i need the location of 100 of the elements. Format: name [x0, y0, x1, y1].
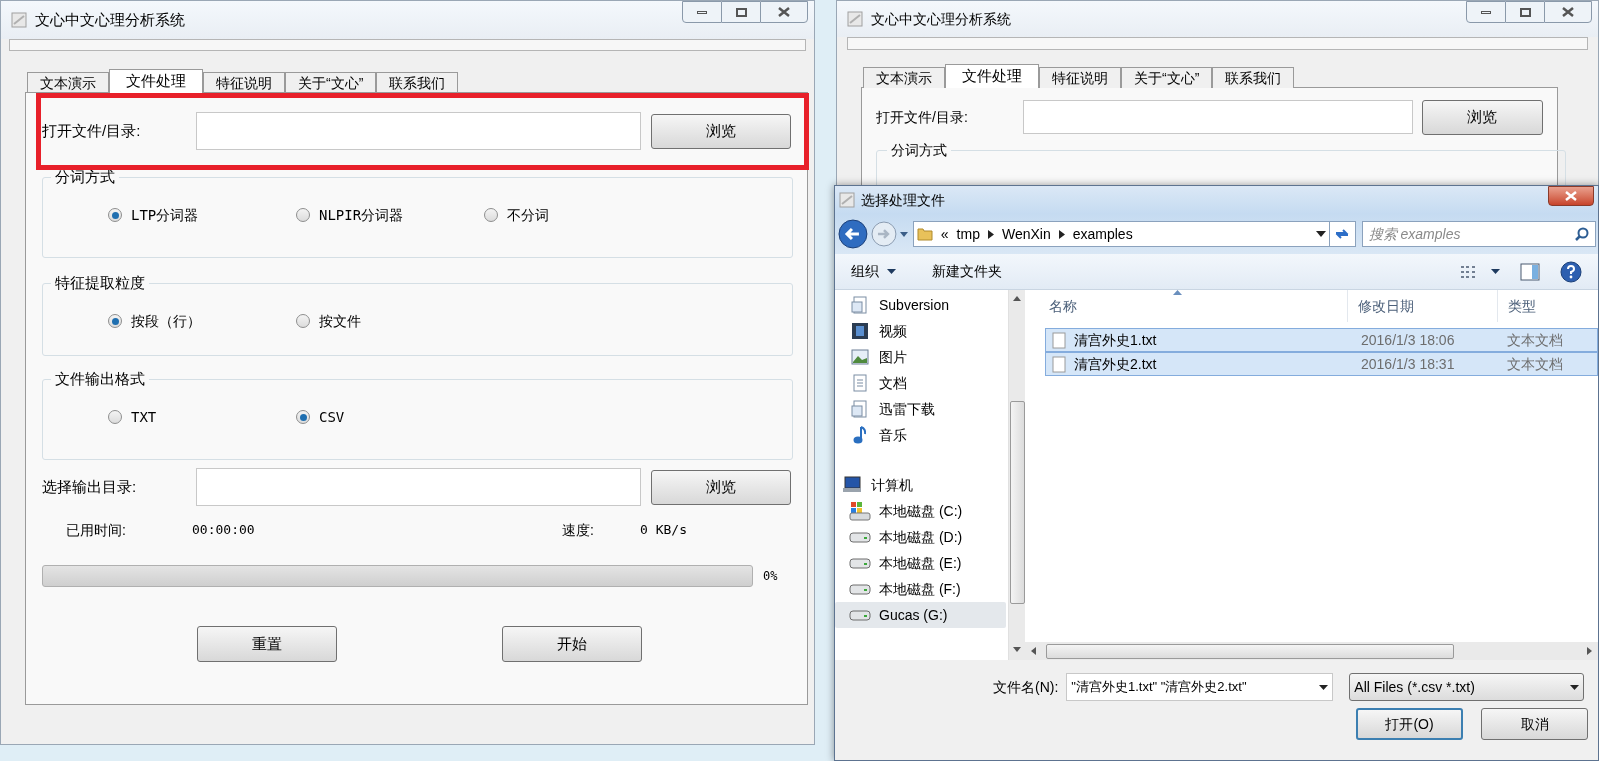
- browse-button[interactable]: 浏览: [1422, 99, 1543, 135]
- radio-button[interactable]: [296, 208, 310, 222]
- tab[interactable]: 文件处理: [945, 64, 1039, 88]
- tab[interactable]: 特征说明: [1039, 67, 1121, 88]
- scroll-thumb[interactable]: [1046, 643, 1454, 659]
- speed-label: 速度:: [562, 520, 595, 540]
- tab[interactable]: 关于“文心”: [285, 72, 377, 93]
- tab[interactable]: 文件处理: [109, 69, 203, 93]
- browse-button[interactable]: 浏览: [651, 469, 791, 505]
- refresh-icon: [1334, 227, 1351, 241]
- browse-button[interactable]: 浏览: [651, 113, 791, 149]
- text-file-icon: [1052, 331, 1066, 349]
- tab[interactable]: 关于“文心”: [1121, 67, 1213, 88]
- radio-label: NLPIR分词器: [319, 205, 404, 225]
- close-button[interactable]: [760, 1, 808, 23]
- nav-item[interactable]: 本地磁盘 (E:): [835, 550, 1008, 576]
- breadcrumb[interactable]: WenXin: [1001, 223, 1051, 245]
- radio-button[interactable]: [108, 208, 122, 222]
- close-button[interactable]: [1548, 186, 1594, 206]
- maximize-button[interactable]: [1506, 1, 1544, 23]
- file-row[interactable]: 清宫外史2.txt 2016/1/3 18:31 文本文档: [1045, 352, 1598, 376]
- scroll-right-icon: [1587, 647, 1592, 655]
- file-type-dropdown[interactable]: All Files (*.csv *.txt): [1349, 673, 1585, 701]
- caret-icon: [1491, 269, 1500, 274]
- chevron-icon: [987, 229, 994, 239]
- action-button[interactable]: 重置: [197, 626, 337, 662]
- nav-item[interactable]: 文档: [835, 370, 1008, 396]
- radio-button[interactable]: [108, 410, 122, 424]
- scroll-up-icon: [1013, 296, 1021, 301]
- scroll-thumb[interactable]: [1009, 401, 1025, 604]
- file-row[interactable]: 清宫外史1.txt 2016/1/3 18:06 文本文档: [1045, 328, 1598, 352]
- file-name: 清宫外史1.txt: [1073, 330, 1158, 350]
- column-header[interactable]: 修改日期: [1347, 290, 1497, 322]
- nav-item[interactable]: Subversion: [835, 292, 1008, 318]
- dialog-button[interactable]: 打开(O): [1356, 708, 1463, 740]
- app-icon: [839, 192, 855, 208]
- path-overflow[interactable]: «: [940, 223, 949, 245]
- path-input[interactable]: [1023, 100, 1413, 134]
- radio-label: 不分词: [507, 205, 549, 225]
- library-icon: [851, 296, 869, 314]
- filename-combo[interactable]: "清宫外史1.txt" "清宫外史2.txt": [1066, 673, 1334, 701]
- help-icon[interactable]: [1560, 260, 1582, 283]
- group-title: 分词方式: [890, 141, 948, 160]
- column-header[interactable]: 类型: [1497, 290, 1598, 322]
- nav-item[interactable]: 本地磁盘 (F:): [835, 576, 1008, 602]
- nav-item[interactable]: 视频: [835, 318, 1008, 344]
- path-input[interactable]: [195, 112, 642, 150]
- app-icon: [11, 12, 27, 28]
- radio-button[interactable]: [296, 410, 310, 424]
- nav-item[interactable]: Gucas (G:): [835, 602, 1006, 628]
- back-button[interactable]: [837, 218, 869, 250]
- action-button[interactable]: 开始: [502, 626, 642, 662]
- view-button[interactable]: [1461, 265, 1500, 278]
- nav-item[interactable]: 本地磁盘 (C:): [835, 498, 1008, 524]
- maximize-button[interactable]: [722, 1, 760, 23]
- vertical-scrollbar[interactable]: [1008, 290, 1025, 660]
- radio-button[interactable]: [484, 208, 498, 222]
- tab[interactable]: 特征说明: [203, 72, 285, 93]
- nav-item[interactable]: 音乐: [835, 422, 1008, 448]
- close-icon: [1562, 7, 1574, 17]
- nav-item[interactable]: 迅雷下载: [835, 396, 1008, 422]
- folder-icon: [916, 226, 933, 242]
- dropdown-icon[interactable]: [1315, 231, 1326, 237]
- drive-icon: [849, 531, 871, 543]
- radio-button[interactable]: [108, 314, 122, 328]
- music-note-icon: [852, 425, 868, 445]
- dropdown-icon: [1570, 684, 1580, 690]
- nav-item[interactable]: 本地磁盘 (D:): [835, 524, 1008, 550]
- refresh-button[interactable]: [1329, 221, 1356, 247]
- file-type: 文本文档: [1506, 354, 1563, 374]
- column-header[interactable]: 名称: [1025, 290, 1347, 322]
- tab[interactable]: 联系我们: [376, 72, 459, 93]
- minimize-button[interactable]: [682, 1, 722, 23]
- tab[interactable]: 文本演示: [27, 72, 109, 93]
- nav-item[interactable]: 图片: [835, 344, 1008, 370]
- nav-item[interactable]: 计算机: [835, 472, 1008, 498]
- horizontal-scrollbar[interactable]: [1025, 642, 1598, 660]
- file-type: 文本文档: [1506, 330, 1563, 350]
- breadcrumb[interactable]: examples: [1072, 223, 1133, 245]
- breadcrumb[interactable]: tmp: [956, 223, 980, 245]
- dropdown-icon: [1319, 684, 1329, 690]
- search-icon: [1575, 227, 1589, 241]
- tab[interactable]: 联系我们: [1212, 67, 1295, 88]
- progress-reading: 0%: [763, 568, 778, 585]
- history-dropdown-icon[interactable]: [898, 230, 909, 238]
- radio-label: 按段（行）: [131, 311, 201, 331]
- minimize-button[interactable]: [1466, 1, 1506, 23]
- dialog-button[interactable]: 取消: [1481, 708, 1588, 740]
- address-bar[interactable]: « tmp WenXin examples: [912, 221, 1330, 247]
- radio-button[interactable]: [296, 314, 310, 328]
- close-icon: [1565, 191, 1577, 201]
- drive-icon: [849, 557, 871, 569]
- tab[interactable]: 文本演示: [863, 67, 945, 88]
- toolbar-button[interactable]: 组织: [851, 261, 896, 282]
- path-input[interactable]: [195, 468, 642, 506]
- scroll-left-icon: [1031, 647, 1036, 655]
- search-field[interactable]: 搜索 examples: [1361, 221, 1596, 247]
- toolbar-button[interactable]: 新建文件夹: [932, 261, 1002, 282]
- field-label: 打开文件/目录:: [42, 120, 142, 141]
- close-button[interactable]: [1544, 1, 1592, 23]
